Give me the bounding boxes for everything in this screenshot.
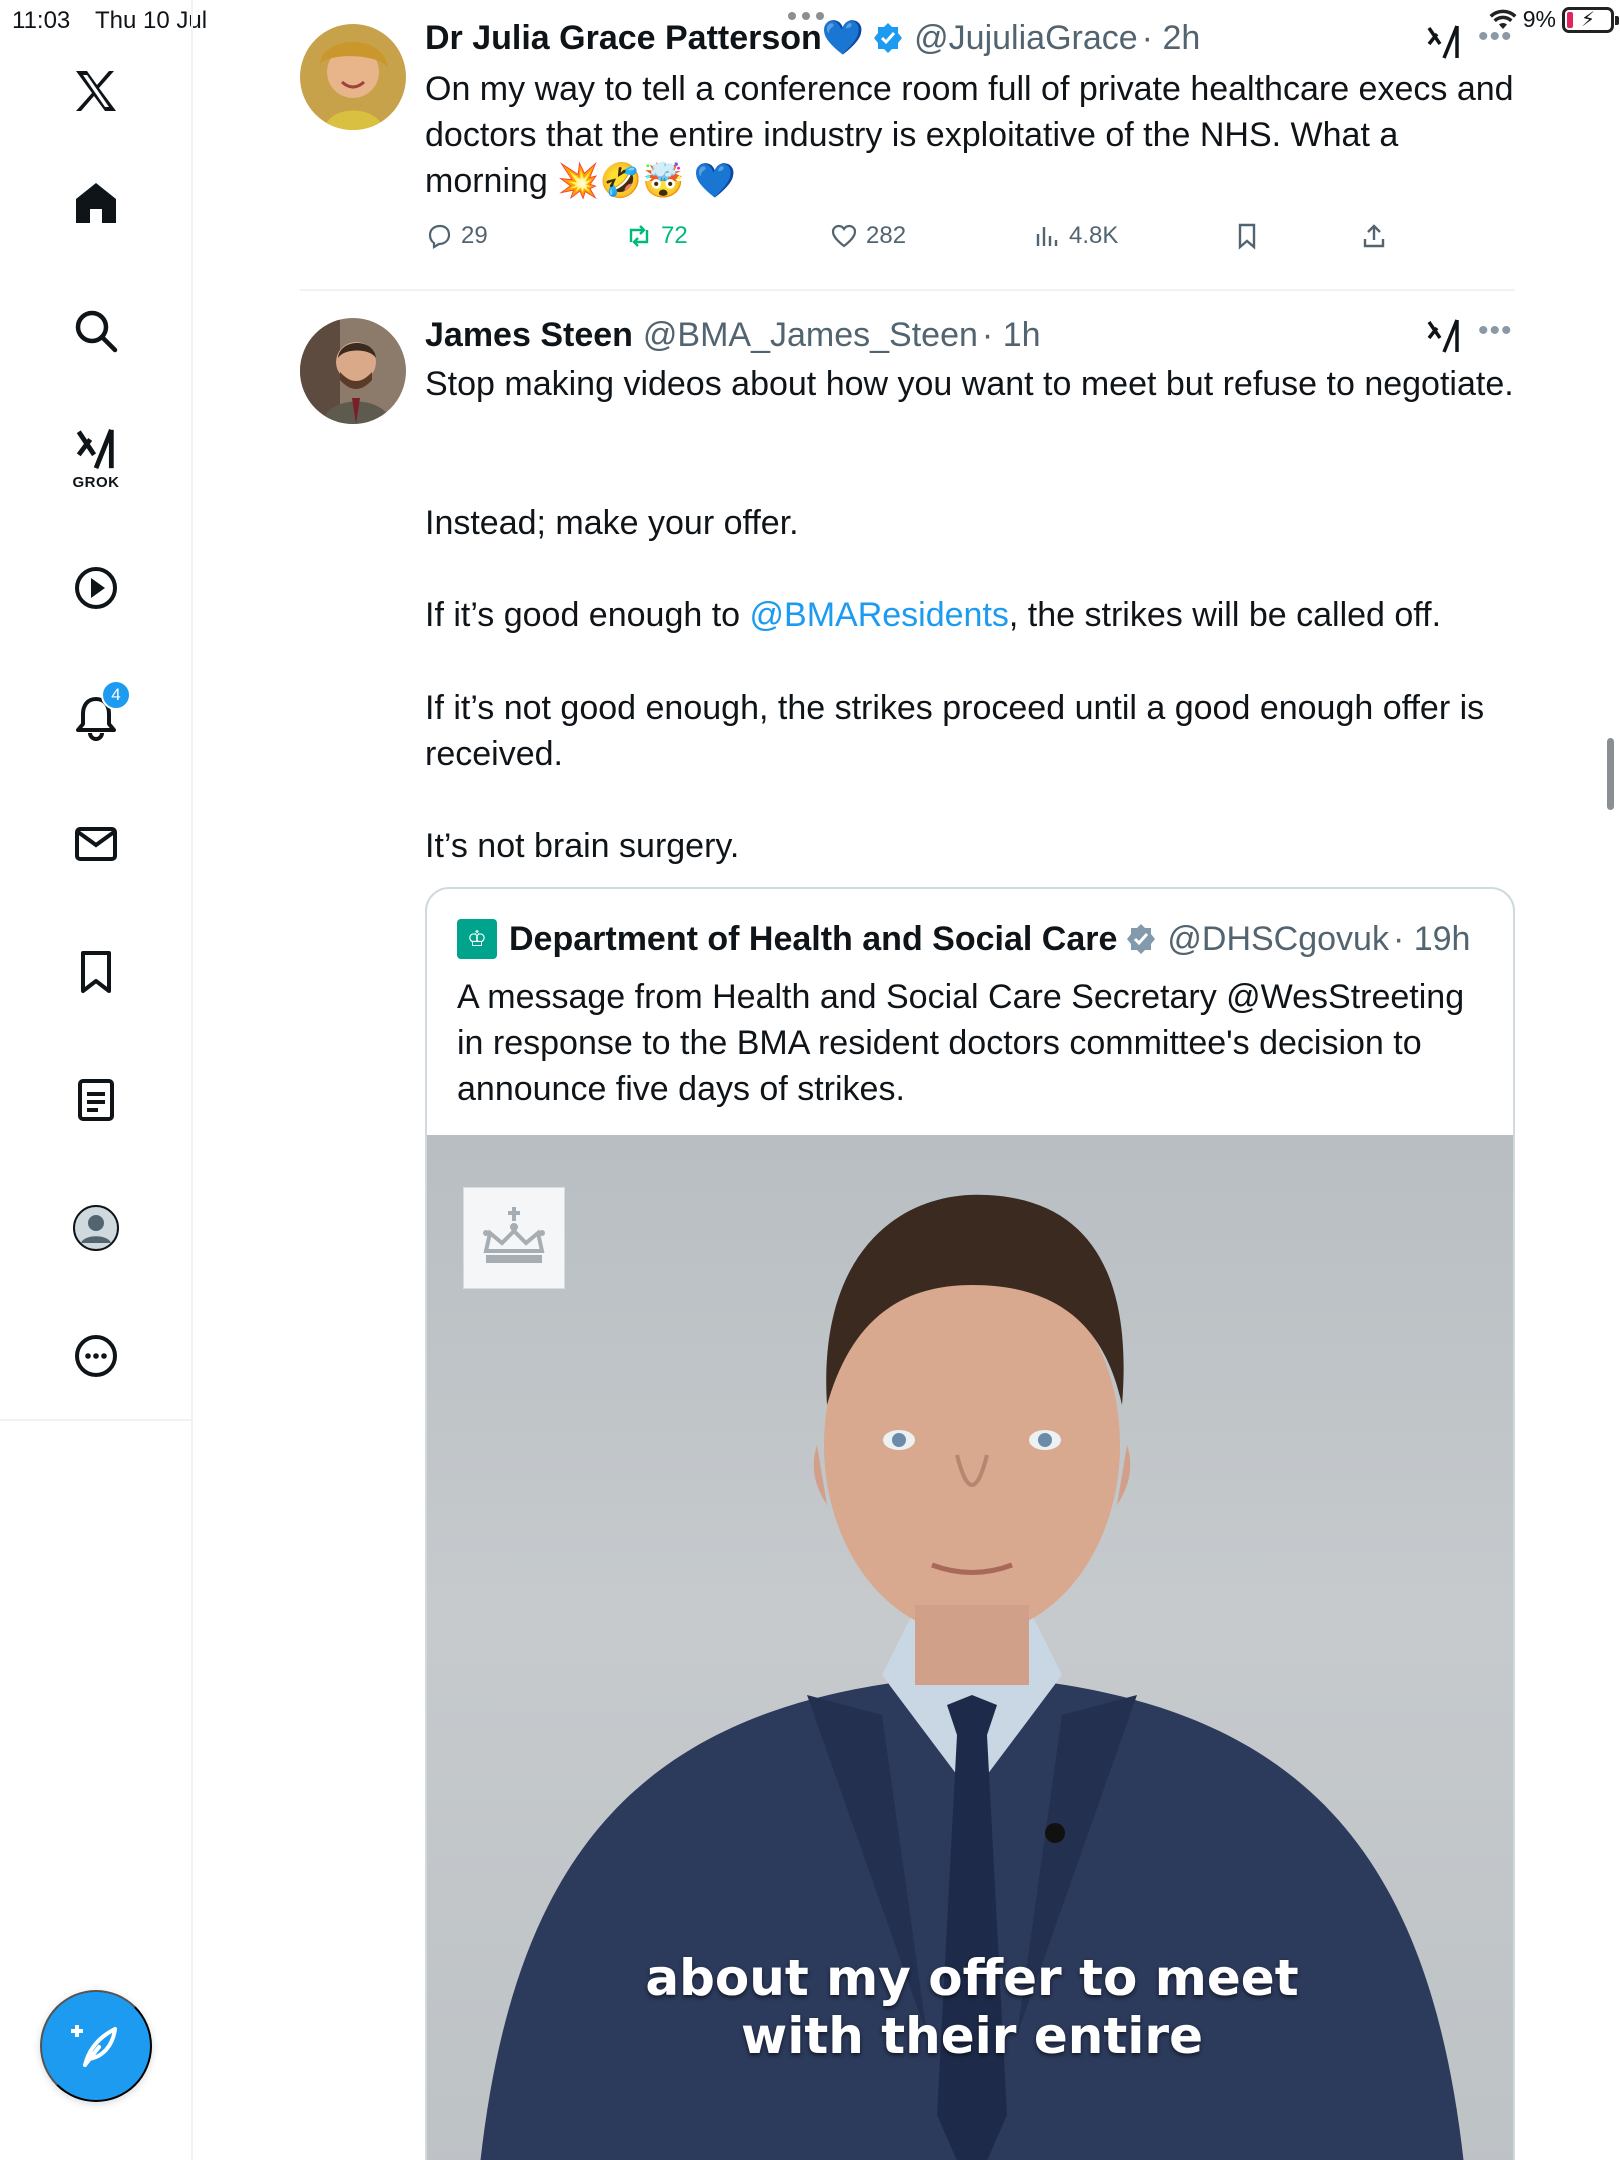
tweet-text: On my way to tell a conference room full… — [425, 70, 1514, 200]
bookmark-button[interactable] — [1233, 222, 1261, 250]
quoted-display-name[interactable]: Department of Health and Social Care — [509, 920, 1117, 959]
battery-percent: 9% — [1522, 6, 1556, 32]
sidebar-item-home[interactable] — [55, 162, 137, 244]
reply-count: 29 — [461, 222, 488, 249]
verified-grey-badge-icon — [1127, 924, 1156, 954]
bookmark-icon — [81, 951, 111, 993]
grok-explain-icon[interactable] — [1426, 318, 1462, 354]
views-button[interactable]: 4.8K — [1033, 222, 1118, 250]
more-options-icon[interactable]: ••• — [1478, 20, 1513, 54]
name-heart-emoji: 💙 — [821, 19, 865, 57]
sidebar-item-search[interactable] — [55, 290, 137, 372]
scrollbar[interactable] — [1607, 738, 1614, 810]
sidebar-item-video[interactable] — [55, 547, 137, 629]
sidebar-item-profile[interactable] — [55, 1187, 137, 1269]
sidebar-item-grok[interactable]: GROK — [55, 413, 137, 503]
tweet-actions: 29 72 282 4.8K — [425, 222, 1425, 258]
handle[interactable]: @JujuliaGrace — [914, 19, 1138, 58]
grok-label: GROK — [72, 473, 120, 491]
home-icon — [76, 183, 116, 223]
sidebar-item-messages[interactable] — [55, 803, 137, 885]
video-player[interactable]: about my offer to meet with their entire — [427, 1135, 1513, 2160]
reply-button[interactable]: 29 — [425, 222, 488, 250]
sidebar-item-more[interactable] — [55, 1315, 137, 1397]
list-document-icon — [78, 1079, 114, 1121]
share-button[interactable] — [1360, 222, 1388, 250]
text-segment: , the strikes will be called off. — [1008, 596, 1442, 634]
timestamp[interactable]: · 2h — [1142, 19, 1201, 58]
video-caption-line: with their entire — [741, 2007, 1203, 2065]
analytics-icon — [1036, 227, 1058, 246]
mention-link[interactable]: @BMAResidents — [750, 596, 1009, 634]
share-icon — [1363, 224, 1385, 248]
more-circle-icon — [75, 1335, 117, 1377]
search-icon — [75, 310, 118, 353]
tweet-header: Dr Julia Grace Patterson 💙 @JujuliaGrace… — [425, 18, 1200, 58]
sidebar-item-bookmarks[interactable] — [55, 931, 137, 1013]
video-caption-line: about my offer to meet — [645, 1949, 1299, 2007]
charging-icon: ⚡ — [1580, 9, 1596, 31]
display-name[interactable]: James Steen — [425, 316, 633, 355]
tweet-divider — [300, 289, 1515, 291]
retweet-button[interactable]: 72 — [625, 222, 688, 250]
quoted-handle[interactable]: @DHSCgovuk — [1167, 920, 1389, 959]
x-logo-icon[interactable] — [55, 50, 137, 132]
battery-icon: ⚡ — [1562, 6, 1619, 33]
avatar[interactable] — [300, 318, 406, 424]
tweet-text-paragraph: If it’s good enough to @BMAResidents, th… — [425, 592, 1515, 638]
bookmark-icon — [1238, 223, 1256, 250]
sidebar: GROK 4 — [0, 0, 193, 2160]
retweet-icon — [629, 225, 649, 247]
avatar[interactable] — [300, 24, 406, 130]
feather-plus-icon — [71, 2025, 117, 2067]
grok-explain-icon[interactable] — [1426, 24, 1462, 60]
quoted-timestamp[interactable]: · 19h — [1393, 920, 1471, 959]
like-count: 282 — [866, 222, 907, 249]
profile-avatar-icon — [73, 1205, 119, 1251]
timestamp[interactable]: · 1h — [982, 316, 1041, 355]
dhsc-crown-logo-icon: ♔ — [457, 919, 497, 959]
more-options-icon[interactable]: ••• — [1478, 314, 1513, 348]
heart-icon — [831, 224, 857, 248]
quoted-tweet-text: A message from Health and Social Care Se… — [457, 978, 1465, 1108]
retweet-count: 72 — [661, 222, 688, 249]
display-name[interactable]: Dr Julia Grace Patterson — [425, 19, 822, 58]
tweet-text-paragraph: Instead; make your offer. — [425, 504, 799, 542]
notification-badge: 4 — [101, 680, 131, 710]
like-button[interactable]: 282 — [830, 222, 906, 250]
tweet-text-paragraph: Stop making videos about how you want to… — [425, 365, 1514, 403]
quoted-tweet-header: ♔ Department of Health and Social Care @… — [457, 919, 1470, 959]
envelope-icon — [75, 827, 117, 861]
tweet-text-paragraph: It’s not brain surgery. — [425, 827, 740, 865]
compose-post-button[interactable] — [40, 1990, 152, 2102]
tweet-text-paragraph: If it’s not good enough, the strikes pro… — [425, 689, 1485, 773]
reply-icon — [428, 224, 451, 249]
play-circle-icon — [75, 567, 117, 609]
verified-badge-icon — [874, 23, 903, 53]
sidebar-item-lists[interactable] — [55, 1059, 137, 1141]
quoted-tweet-card[interactable]: ♔ Department of Health and Social Care @… — [425, 887, 1515, 2160]
handle[interactable]: @BMA_James_Steen — [643, 316, 978, 355]
sidebar-item-notifications[interactable]: 4 — [55, 676, 137, 758]
sidebar-divider — [0, 1419, 193, 1421]
tweet-header: James Steen @BMA_James_Steen · 1h — [425, 316, 1041, 355]
grok-icon — [76, 428, 114, 469]
text-segment: If it’s good enough to — [425, 596, 750, 634]
view-count: 4.8K — [1069, 222, 1119, 249]
